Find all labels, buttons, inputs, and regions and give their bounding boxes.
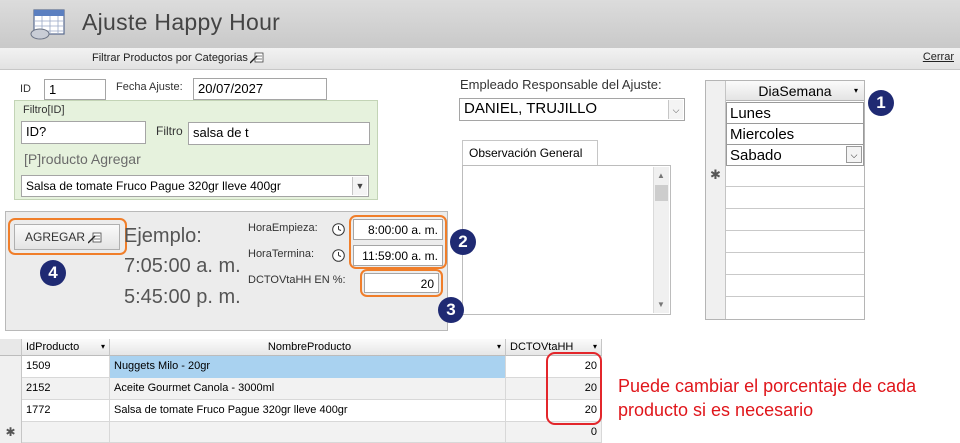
cell-nombreproducto-new[interactable] xyxy=(110,422,506,443)
clock-icon[interactable] xyxy=(332,223,345,236)
marker-1: 1 xyxy=(868,90,894,116)
cell-idproducto[interactable]: 1509 xyxy=(22,356,110,378)
filter-group-label: Filtro[ID] xyxy=(23,104,65,116)
new-table-row[interactable]: ✱ 0 xyxy=(0,422,602,443)
chevron-down-icon[interactable]: ⌵ xyxy=(846,146,862,163)
producto-agregar-label: [P]roducto Agregar xyxy=(24,151,141,167)
empleado-combo[interactable]: DANIEL, TRUJILLO ⌵ xyxy=(459,98,685,121)
column-header-nombreproducto[interactable]: NombreProducto ▾ xyxy=(110,339,506,356)
new-row-marker: ✱ xyxy=(710,167,721,182)
scroll-down-icon[interactable]: ▼ xyxy=(657,300,665,309)
cell-dctovtahh-new[interactable]: 0 xyxy=(506,422,602,443)
ejemplo-time-2: 5:45:00 p. m. xyxy=(124,286,241,308)
marker-4: 4 xyxy=(40,260,66,286)
close-button[interactable]: Cerrar xyxy=(923,51,954,63)
record-selector[interactable] xyxy=(0,378,22,400)
dcto-column-highlight xyxy=(546,352,602,425)
annotation-note: Puede cambiar el porcentaje de cada prod… xyxy=(618,376,917,420)
ejemplo-time-1: 7:05:00 a. m. xyxy=(124,255,241,277)
agregar-highlight xyxy=(8,218,127,255)
dia-row-label: Sabado xyxy=(730,147,782,164)
dcto-label: DCTOVtaHH EN %: xyxy=(248,274,346,286)
dia-empty-row xyxy=(726,187,864,209)
dia-semana-header-label: DiaSemana xyxy=(758,83,832,99)
cell-idproducto-new[interactable] xyxy=(22,422,110,443)
filter-id-field[interactable]: ID? xyxy=(21,121,146,144)
filtro-label: Filtro xyxy=(156,124,183,138)
dia-semana-grid: DiaSemana ▾ Lunes Miercoles Sabado ⌵ ✱ xyxy=(705,80,865,320)
calendar-form-icon xyxy=(30,9,65,40)
dia-semana-header[interactable]: DiaSemana ▾ xyxy=(726,81,864,101)
time-group: AGREGAR Ejemplo: 7:05:00 a. m. 5:45:00 p… xyxy=(5,211,448,331)
fecha-ajuste-label: Fecha Ajuste: xyxy=(116,81,183,93)
record-selector[interactable] xyxy=(0,400,22,422)
dcto-highlight xyxy=(360,269,443,297)
column-header-nombreproducto-label: NombreProducto xyxy=(267,341,352,353)
table-row[interactable]: 1772 Salsa de tomate Fruco Pague 320gr l… xyxy=(0,400,602,422)
id-label: ID xyxy=(20,83,31,95)
empleado-value: DANIEL, TRUJILLO xyxy=(464,100,598,117)
dia-empty-row xyxy=(726,231,864,253)
empleado-label: Empleado Responsable del Ajuste: xyxy=(460,77,662,92)
cell-nombreproducto[interactable]: Aceite Gourmet Canola - 3000ml xyxy=(110,378,506,400)
dia-new-row[interactable] xyxy=(726,165,864,187)
tab-observacion-general[interactable]: Observación General xyxy=(462,140,598,166)
hora-termina-label: HoraTermina: xyxy=(248,248,315,260)
cell-idproducto[interactable]: 1772 xyxy=(22,400,110,422)
dia-row[interactable]: Lunes xyxy=(726,102,864,124)
dia-row[interactable]: Sabado ⌵ xyxy=(726,144,864,166)
dia-row[interactable]: Miercoles xyxy=(726,123,864,145)
hora-empieza-label: HoraEmpieza: xyxy=(248,222,318,234)
sort-down-icon[interactable]: ▾ xyxy=(101,339,105,355)
filter-categories-button[interactable]: Filtrar Productos por Categorias xyxy=(92,51,264,64)
sort-down-icon[interactable]: ▾ xyxy=(497,339,501,355)
record-selector-column[interactable] xyxy=(706,81,726,319)
observacion-scrollbar[interactable]: ▲ ▼ xyxy=(653,167,669,313)
cell-idproducto[interactable]: 2152 xyxy=(22,378,110,400)
fecha-ajuste-field[interactable]: 20/07/2027 xyxy=(193,78,327,100)
record-selector[interactable] xyxy=(0,356,22,378)
new-row-marker[interactable]: ✱ xyxy=(0,422,22,443)
marker-3: 3 xyxy=(438,297,464,323)
table-row[interactable]: 2152 Aceite Gourmet Canola - 3000ml 20 xyxy=(0,378,602,400)
observacion-textarea[interactable]: ▲ ▼ xyxy=(462,165,671,315)
cell-nombreproducto[interactable]: Nuggets Milo - 20gr xyxy=(110,356,506,378)
dia-empty-row xyxy=(726,253,864,275)
filtro-field[interactable]: salsa de t xyxy=(188,122,370,145)
chevron-down-icon[interactable]: ▼ xyxy=(352,177,367,195)
hora-highlight xyxy=(349,215,447,269)
filter-categories-label: Filtrar Productos por Categorias xyxy=(92,51,248,64)
producto-agregar-combo[interactable]: Salsa de tomate Fruco Pague 320gr lleve … xyxy=(21,175,369,197)
filter-wand-icon xyxy=(249,52,264,64)
dia-empty-row xyxy=(726,275,864,297)
filter-group: Filtro[ID] ID? Filtro salsa de t [P]rodu… xyxy=(14,100,378,200)
marker-2: 2 xyxy=(450,229,476,255)
id-field[interactable]: 1 xyxy=(44,79,106,100)
scroll-thumb[interactable] xyxy=(655,185,668,201)
scroll-up-icon[interactable]: ▲ xyxy=(657,171,665,180)
column-header-idproducto[interactable]: IdProducto ▾ xyxy=(22,339,110,356)
ejemplo-title: Ejemplo: xyxy=(124,225,202,247)
table-row[interactable]: 1509 Nuggets Milo - 20gr 20 xyxy=(0,356,602,378)
menu-bar: Filtrar Productos por Categorias Cerrar xyxy=(0,48,960,70)
dia-empty-row xyxy=(726,209,864,231)
chevron-down-icon[interactable]: ⌵ xyxy=(668,100,683,119)
clock-icon[interactable] xyxy=(332,249,345,262)
sort-down-icon[interactable]: ▾ xyxy=(854,81,858,101)
cell-nombreproducto[interactable]: Salsa de tomate Fruco Pague 320gr lleve … xyxy=(110,400,506,422)
window-title: Ajuste Happy Hour xyxy=(82,9,281,35)
column-header-idproducto-label: IdProducto xyxy=(26,341,80,353)
producto-agregar-value: Salsa de tomate Fruco Pague 320gr lleve … xyxy=(26,179,281,193)
grid-corner-selector[interactable] xyxy=(0,339,22,356)
title-bar: Ajuste Happy Hour xyxy=(0,0,960,48)
